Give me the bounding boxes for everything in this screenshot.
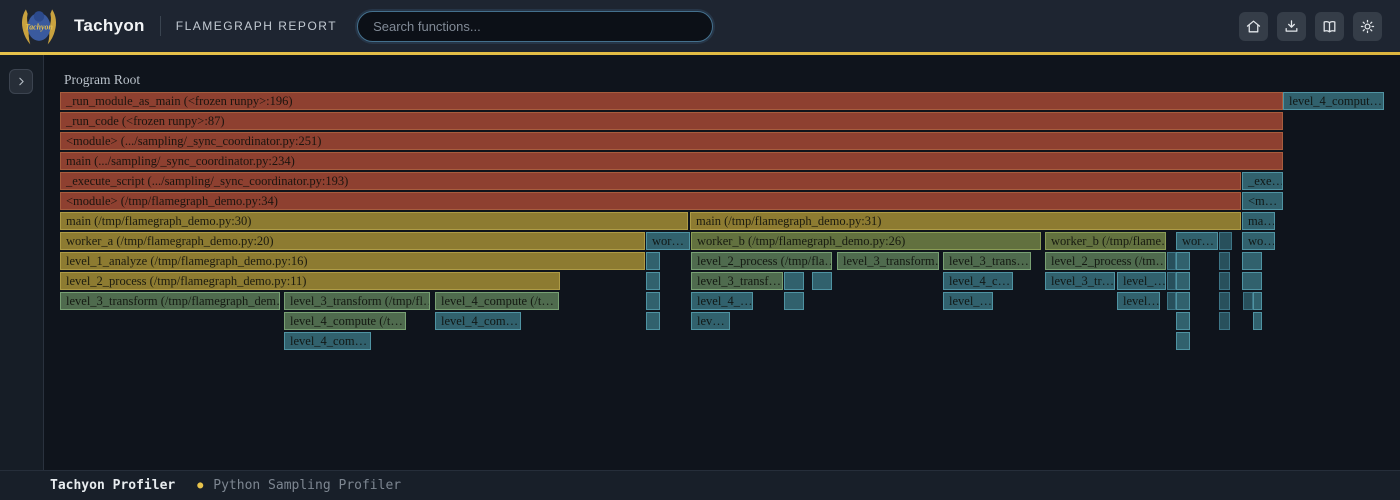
status-app-name: Tachyon Profiler [50, 478, 175, 493]
tachyon-logo-icon: Tachyon [18, 5, 60, 47]
flame-frame[interactable] [646, 312, 660, 330]
flame-frame[interactable]: level_… [943, 292, 993, 310]
flame-frame[interactable]: level_4_compute (/t… [435, 292, 559, 310]
flame-frame[interactable]: _execute_script (.../sampling/_sync_coor… [60, 172, 1241, 190]
flame-frame[interactable] [1242, 252, 1262, 270]
flame-frame[interactable]: lev… [691, 312, 730, 330]
flame-frame[interactable]: level_3_tr… [1045, 272, 1115, 290]
flame-frame[interactable] [784, 272, 804, 290]
flame-frame[interactable]: level_4_com… [435, 312, 521, 330]
header-divider [160, 16, 161, 36]
flame-frame[interactable] [1176, 312, 1190, 330]
flame-frame[interactable] [1219, 312, 1230, 330]
flame-frame[interactable]: _exe… [1242, 172, 1283, 190]
flame-frame[interactable]: worker_b (/tmp/flamegraph_demo.py:26) [691, 232, 1041, 250]
home-icon [1245, 18, 1262, 35]
flame-frame[interactable] [646, 252, 660, 270]
flame-frame[interactable]: level_4_compute (/t… [284, 312, 406, 330]
flame-frame[interactable]: worker_a (/tmp/flamegraph_demo.py:20) [60, 232, 645, 250]
flame-frame[interactable]: ma… [1242, 212, 1275, 230]
flame-frame[interactable]: wo… [1242, 232, 1275, 250]
flame-frame[interactable]: level_2_process (/tm… [1045, 252, 1166, 270]
flame-frame[interactable]: level_2_process (/tmp/flamegraph_demo.py… [60, 272, 560, 290]
flame-frame[interactable]: level_4_com… [284, 332, 371, 350]
flame-frame[interactable]: _run_code (<frozen runpy>:87) [60, 112, 1283, 130]
collapsed-sidebar [0, 55, 44, 470]
flame-frame[interactable] [1219, 292, 1230, 310]
home-button[interactable] [1239, 12, 1268, 41]
report-type-label: FLAMEGRAPH REPORT [176, 19, 337, 33]
flame-frame[interactable] [1219, 272, 1230, 290]
flamegraph-canvas[interactable]: Program Root _run_module_as_main (<froze… [44, 55, 1400, 470]
flame-frame[interactable]: level… [1117, 292, 1160, 310]
docs-button[interactable] [1315, 12, 1344, 41]
app-header: Tachyon Tachyon FLAMEGRAPH REPORT [0, 0, 1400, 52]
flame-frame[interactable]: <m… [1242, 192, 1283, 210]
flame-frame[interactable]: <module> (.../sampling/_sync_coordinator… [60, 132, 1283, 150]
flame-frame[interactable] [646, 292, 660, 310]
header-toolbar [1239, 12, 1382, 41]
flame-frame[interactable] [1219, 232, 1232, 250]
flame-frame[interactable]: level_3_transf… [691, 272, 783, 290]
flame-frame[interactable]: _run_module_as_main (<frozen runpy>:196) [60, 92, 1283, 110]
sidebar-expand-button[interactable] [9, 69, 33, 94]
svg-text:Tachyon: Tachyon [25, 23, 53, 32]
flame-frame[interactable]: <module> (/tmp/flamegraph_demo.py:34) [60, 192, 1241, 210]
flame-frame[interactable] [812, 272, 832, 290]
flame-frame[interactable]: level_… [1117, 272, 1166, 290]
theme-toggle-button[interactable] [1353, 12, 1382, 41]
flame-frame[interactable]: main (.../sampling/_sync_coordinator.py:… [60, 152, 1283, 170]
book-icon [1321, 18, 1338, 35]
flame-frame[interactable] [646, 272, 660, 290]
flame-frame[interactable]: main (/tmp/flamegraph_demo.py:31) [690, 212, 1241, 230]
search-input[interactable] [357, 11, 713, 42]
flame-frame[interactable]: level_2_process (/tmp/fla… [691, 252, 832, 270]
flame-frame[interactable]: level_1_analyze (/tmp/flamegraph_demo.py… [60, 252, 645, 270]
flame-frame[interactable] [1176, 272, 1190, 290]
flame-frame[interactable] [784, 292, 804, 310]
flame-frame[interactable] [1242, 272, 1262, 290]
flame-frame[interactable]: wor… [1176, 232, 1218, 250]
flame-frame[interactable] [1243, 292, 1253, 310]
flame-frame[interactable]: level_3_trans… [943, 252, 1031, 270]
flame-frame[interactable]: level_4_c… [943, 272, 1013, 290]
flame-frame[interactable] [1176, 332, 1190, 350]
flame-frame[interactable] [1176, 252, 1190, 270]
flame-frame[interactable]: worker_b (/tmp/flame… [1045, 232, 1166, 250]
flamegraph-root-label: Program Root [64, 72, 140, 88]
flame-frame[interactable]: main (/tmp/flamegraph_demo.py:30) [60, 212, 688, 230]
flame-frame[interactable]: level_3_transform… [837, 252, 939, 270]
chevron-right-icon [15, 75, 28, 88]
flame-frame[interactable]: wor… [646, 232, 690, 250]
download-icon [1283, 18, 1300, 35]
flame-frame[interactable] [1219, 252, 1230, 270]
flame-frame[interactable]: level_4_… [691, 292, 753, 310]
download-button[interactable] [1277, 12, 1306, 41]
app-title: Tachyon [74, 16, 145, 36]
flame-frame[interactable]: level_3_transform (/tmp/fl… [284, 292, 430, 310]
flame-frame[interactable]: level_3_transform (/tmp/flamegraph_dem… [60, 292, 280, 310]
status-bar: Tachyon Profiler ● Python Sampling Profi… [0, 470, 1400, 500]
status-dot-icon: ● [197, 480, 203, 491]
flame-frame[interactable] [1253, 312, 1262, 330]
status-subtitle: Python Sampling Profiler [213, 478, 401, 493]
flame-frame[interactable] [1167, 292, 1176, 310]
flame-frame[interactable] [1176, 292, 1190, 310]
flame-frame[interactable] [1253, 292, 1262, 310]
flame-frame[interactable]: level_4_comput… [1283, 92, 1384, 110]
flame-frame[interactable] [1167, 272, 1176, 290]
sun-icon [1359, 18, 1376, 35]
flame-frame[interactable] [1167, 252, 1176, 270]
